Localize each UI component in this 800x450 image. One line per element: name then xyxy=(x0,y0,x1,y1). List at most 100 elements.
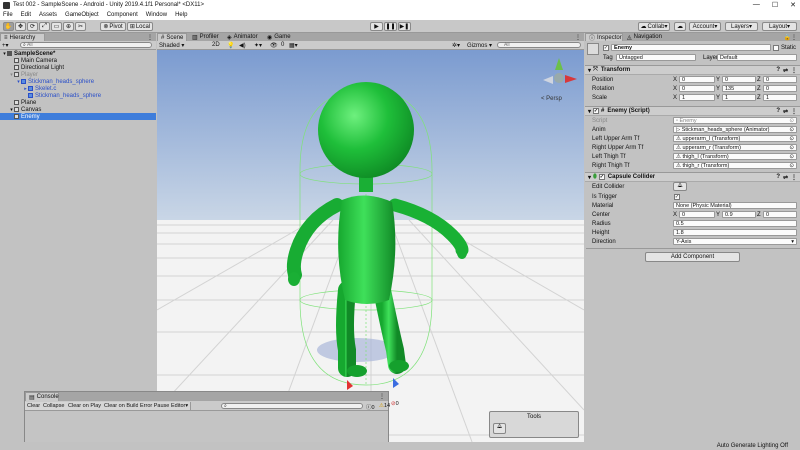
center-x-field[interactable]: 0 xyxy=(679,211,715,218)
position-z-field[interactable]: 0 xyxy=(763,76,797,83)
panel-menu-icon[interactable]: ⋮ xyxy=(147,34,153,41)
position-x-field[interactable]: 0 xyxy=(679,76,715,83)
object-picker-icon[interactable]: ⊙ xyxy=(789,154,794,159)
rect-tool-button[interactable]: ▭ xyxy=(51,22,62,31)
preset-icon[interactable]: ⇌ xyxy=(783,67,788,74)
direction-dropdown[interactable]: Y-Axis ▾ xyxy=(673,238,797,245)
hierarchy-item[interactable]: Directional Light xyxy=(0,64,156,71)
pivot-button[interactable]: ⊗ Pivot xyxy=(100,22,126,31)
enemy-script-header[interactable]: ▾ ✓ # Enemy (Script) ? ⇌ ⋮ xyxy=(585,106,800,116)
hierarchy-item[interactable]: Main Camera xyxy=(0,57,156,64)
services-button[interactable]: ☁ xyxy=(674,22,686,31)
warning-count[interactable]: ⚠14 xyxy=(379,403,390,409)
panel-menu-icon[interactable]: ⋮ xyxy=(575,34,581,41)
preset-icon[interactable]: ⇌ xyxy=(783,174,788,181)
panel-menu-icon[interactable]: ⋮ xyxy=(791,34,797,41)
rotation-x-field[interactable]: 0 xyxy=(679,85,715,92)
shading-dropdown[interactable]: Shaded ▾ xyxy=(159,42,184,49)
gizmos-dropdown[interactable]: Gizmos ▾ xyxy=(467,42,492,49)
transform-tool-button[interactable]: ⊕ xyxy=(63,22,74,31)
object-name-field[interactable]: Enemy xyxy=(611,44,771,51)
script-field-value-box[interactable]: ⚠ thigh_r (Transform) ⊙ xyxy=(673,162,797,169)
account-button[interactable]: Account ▾ xyxy=(689,22,721,31)
script-field-value-box[interactable]: ⚠ upperarm_r (Transform) ⊙ xyxy=(673,144,797,151)
grid-icon[interactable]: ▦▾ xyxy=(289,42,298,49)
position-x-axis-label[interactable]: X xyxy=(673,77,677,83)
tab-inspector[interactable]: ⓘ Inspector xyxy=(585,33,623,42)
scale-z-field[interactable]: 1 xyxy=(763,94,797,101)
step-button[interactable]: ▶❚ xyxy=(398,22,411,31)
position-y-axis-label[interactable]: Y xyxy=(716,77,720,83)
menu-gameobject[interactable]: GameObject xyxy=(65,12,99,18)
component-menu-icon[interactable]: ⋮ xyxy=(791,108,797,115)
rotate-tool-button[interactable]: ⟳ xyxy=(27,22,38,31)
tab-game[interactable]: ◉ Game xyxy=(264,33,294,41)
center-z-field[interactable]: 0 xyxy=(763,211,797,218)
status-text[interactable]: Auto Generate Lighting Off xyxy=(717,443,788,449)
error-pause-button[interactable]: Error Pause xyxy=(138,402,173,410)
scale-y-axis-label[interactable]: Y xyxy=(716,95,720,101)
help-icon[interactable]: ? xyxy=(776,67,780,73)
hierarchy-item[interactable]: ▾ SampleScene* xyxy=(0,50,156,57)
log-count[interactable]: ⓘ0 xyxy=(366,403,375,411)
edit-collider-tool-button[interactable]: ⟁ xyxy=(493,423,506,434)
rotation-z-axis-label[interactable]: Z xyxy=(757,86,761,92)
audio-icon[interactable]: ◀) xyxy=(239,42,246,49)
help-icon[interactable]: ? xyxy=(776,108,780,114)
error-count[interactable]: ⊘0 xyxy=(391,401,399,407)
layer-dropdown[interactable]: Default xyxy=(717,54,797,61)
hierarchy-item[interactable]: ▾ Stickman_heads_sphere xyxy=(0,78,156,85)
enemy-script-enabled-checkbox[interactable]: ✓ xyxy=(593,108,600,114)
active-checkbox[interactable]: ✓ xyxy=(603,45,609,51)
menu-edit[interactable]: Edit xyxy=(21,12,31,18)
capsule-enabled-checkbox[interactable]: ✓ xyxy=(598,174,605,180)
tab-hierarchy[interactable]: ≡ Hierarchy xyxy=(0,33,45,41)
tab-scene[interactable]: # Scene xyxy=(157,33,187,41)
hierarchy-item[interactable]: ▾ Canvas xyxy=(0,106,156,113)
hierarchy-item[interactable]: Plane xyxy=(0,99,156,106)
rotation-y-axis-label[interactable]: Y xyxy=(716,86,720,92)
camera-icon[interactable]: ✲▾ xyxy=(452,42,460,49)
component-menu-icon[interactable]: ⋮ xyxy=(791,174,797,181)
mode-2d-toggle[interactable]: 2D xyxy=(212,42,220,48)
center-y-field[interactable]: 0.9 xyxy=(722,211,756,218)
layout-button[interactable]: Layout ▾ xyxy=(762,22,797,31)
tab-navigation[interactable]: ◬ Navigation xyxy=(624,33,664,41)
script-field-value-box[interactable]: ⚠ thigh_l (Transform) ⊙ xyxy=(673,153,797,160)
hierarchy-item[interactable]: Stickman_heads_sphere xyxy=(0,92,156,99)
add-component-button[interactable]: Add Component xyxy=(645,252,740,262)
menu-help[interactable]: Help xyxy=(175,12,187,18)
rotation-x-axis-label[interactable]: X xyxy=(673,86,677,92)
scene-viewport[interactable]: < Persp xyxy=(157,50,584,450)
rotation-y-field[interactable]: 135 xyxy=(722,85,756,92)
object-picker-icon[interactable]: ⊙ xyxy=(789,127,794,132)
scale-x-axis-label[interactable]: X xyxy=(673,95,677,101)
effects-icon[interactable]: ✦▾ xyxy=(254,42,262,49)
scale-z-axis-label[interactable]: Z xyxy=(757,95,761,101)
material-field[interactable]: None (Physic Material) xyxy=(673,202,797,209)
scale-x-field[interactable]: 1 xyxy=(679,94,715,101)
lighting-icon[interactable]: 💡 xyxy=(227,42,234,49)
tag-dropdown[interactable]: Untagged xyxy=(616,54,696,61)
layers-button[interactable]: Layers ▾ xyxy=(725,22,758,31)
object-picker-icon[interactable]: ⊙ xyxy=(789,145,794,150)
hierarchy-item[interactable]: Enemy xyxy=(0,113,156,120)
script-field-value-box[interactable]: ⚠ upperarm_l (Transform) ⊙ xyxy=(673,135,797,142)
object-picker-icon[interactable]: ⊙ xyxy=(789,163,794,168)
menu-assets[interactable]: Assets xyxy=(39,12,57,18)
rotation-z-field[interactable]: 0 xyxy=(763,85,797,92)
visibility-icon[interactable]: 👁 xyxy=(270,42,278,49)
menu-window[interactable]: Window xyxy=(146,12,167,18)
scene-search-input[interactable]: All xyxy=(497,42,581,48)
lock-icon[interactable]: 🔒 xyxy=(784,34,791,41)
transform-header[interactable]: ▾ ⤧ Transform ? ⇌ ⋮ xyxy=(585,65,800,75)
panel-menu-icon[interactable]: ⋮ xyxy=(379,393,385,400)
play-button[interactable]: ▶ xyxy=(370,22,383,31)
script-field-value-box[interactable]: ▷ Stickman_heads_sphere (Animator) ⊙ xyxy=(673,126,797,133)
is-trigger-checkbox[interactable]: ✓ xyxy=(674,194,680,200)
clear-on-play-button[interactable]: Clear on Play xyxy=(66,402,105,410)
radius-field[interactable]: 0.5 xyxy=(673,220,797,227)
move-tool-button[interactable]: ✥ xyxy=(15,22,26,31)
component-menu-icon[interactable]: ⋮ xyxy=(791,67,797,74)
editor-dropdown[interactable]: Editor ▾ xyxy=(169,402,192,410)
